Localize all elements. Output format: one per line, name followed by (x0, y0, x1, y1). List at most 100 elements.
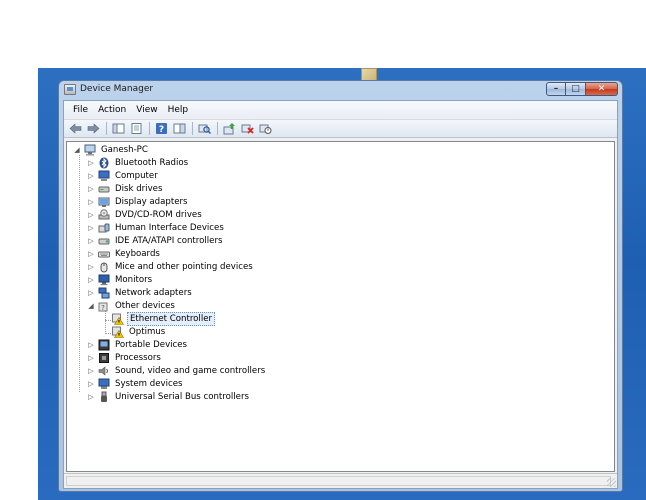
svg-text:?: ? (101, 304, 105, 312)
update-driver-button[interactable] (222, 122, 237, 136)
expand-icon[interactable]: ▷ (87, 158, 95, 167)
tree-item-processors[interactable]: ▷ Processors (87, 351, 163, 364)
action-pane-button[interactable] (172, 122, 187, 136)
back-button[interactable] (68, 122, 83, 136)
expand-icon[interactable]: ▷ (87, 236, 95, 245)
tree-item-computer[interactable]: ▷ Computer (87, 169, 160, 182)
window-title: Device Manager (80, 84, 154, 94)
back-icon (69, 123, 82, 134)
hid-icon (98, 222, 110, 234)
tree-item-ethernet-controller[interactable]: Ethernet Controller (112, 311, 216, 326)
tree-item-ide-ata-atapi-controllers[interactable]: ▷ IDE ATA/ATAPI controllers (87, 234, 224, 247)
tree-item-bluetooth-radios[interactable]: ▷ Bluetooth Radios (87, 156, 190, 169)
display-adapter-icon (98, 196, 110, 208)
minimize-icon: – (553, 84, 559, 94)
help-icon: ? (156, 123, 167, 135)
tree-item-monitors[interactable]: ▷ Monitors (87, 273, 154, 286)
tree-item-keyboards[interactable]: ▷ Keyboards (87, 247, 162, 260)
tree-item-optimus[interactable]: Optimus (112, 325, 167, 338)
toolbar-separator (106, 122, 107, 135)
tree-item-dvd-cd-rom-drives[interactable]: ▷ DVD/CD-ROM drives (87, 208, 204, 221)
tree-root-label: Ganesh-PC (101, 144, 148, 155)
help-button[interactable]: ? (154, 122, 169, 136)
tree-item-label: Network adapters (115, 287, 192, 298)
expand-icon[interactable]: ▷ (87, 197, 95, 206)
bluetooth-icon (98, 157, 110, 169)
expand-icon[interactable]: ▷ (87, 184, 95, 193)
properties-button[interactable] (129, 122, 144, 136)
action-pane-icon (173, 123, 186, 134)
other-devices-icon: ? (98, 300, 110, 312)
sound-icon (98, 365, 110, 377)
warning-device-icon (112, 313, 124, 325)
disable-button[interactable] (258, 122, 273, 136)
toolbar-separator (192, 122, 193, 135)
tree-item-other-devices[interactable]: ◢ ? Other devices (87, 299, 177, 312)
forward-button[interactable] (86, 122, 101, 136)
forward-icon (87, 123, 100, 134)
device-tree[interactable]: ◢ Ganesh-PC ▷ Bluetooth Radios ▷ Compute… (66, 141, 615, 472)
menu-file[interactable]: File (68, 105, 93, 115)
toolbar: ? (64, 119, 617, 138)
tree-item-network-adapters[interactable]: ▷ Network adapters (87, 286, 194, 299)
expand-icon[interactable]: ▷ (87, 171, 95, 180)
close-button[interactable]: ✕ (586, 82, 618, 96)
tree-item-label: Computer (115, 170, 158, 181)
tree-item-portable-devices[interactable]: ▷ Portable Devices (87, 338, 189, 351)
tree-item-system-devices[interactable]: ▷ System devices (87, 377, 184, 390)
tree-root[interactable]: ◢ Ganesh-PC (73, 143, 150, 156)
tree-item-label: System devices (115, 378, 183, 389)
expand-icon[interactable]: ▷ (87, 392, 95, 401)
expand-icon[interactable]: ▷ (87, 262, 95, 271)
collapse-icon[interactable]: ◢ (73, 145, 81, 154)
tree-item-sound-video-and-game-controllers[interactable]: ▷ Sound, video and game controllers (87, 364, 267, 377)
menu-view[interactable]: View (131, 105, 162, 115)
computer-icon (98, 170, 110, 182)
show-hide-console-tree-button[interactable] (111, 122, 126, 136)
uninstall-button[interactable] (240, 122, 255, 136)
scan-hardware-button[interactable] (197, 122, 212, 136)
maximize-button[interactable]: □ (566, 82, 586, 96)
expand-icon[interactable]: ▷ (87, 353, 95, 362)
expand-icon[interactable]: ▷ (87, 249, 95, 258)
expand-icon[interactable]: ▷ (87, 340, 95, 349)
tree-item-label: Universal Serial Bus controllers (115, 391, 249, 402)
expand-icon[interactable]: ▷ (87, 210, 95, 219)
minimize-button[interactable]: – (546, 82, 566, 96)
monitor-icon (98, 274, 110, 286)
menu-help[interactable]: Help (163, 105, 194, 115)
expand-icon[interactable]: ▷ (87, 288, 95, 297)
tree-item-disk-drives[interactable]: ▷ Disk drives (87, 182, 164, 195)
expand-icon[interactable]: ▷ (87, 379, 95, 388)
caption-buttons: – □ ✕ (546, 82, 618, 96)
mouse-icon (98, 261, 110, 273)
tree-item-universal-serial-bus-controllers[interactable]: ▷ Universal Serial Bus controllers (87, 390, 251, 403)
toolbar-separator (149, 122, 150, 135)
tree-connector (105, 310, 106, 334)
collapse-icon[interactable]: ◢ (87, 301, 95, 310)
tree-item-label: Ethernet Controller (127, 311, 216, 326)
expand-icon[interactable]: ▷ (87, 223, 95, 232)
expand-icon[interactable]: ▷ (87, 366, 95, 375)
tree-connector (105, 320, 111, 321)
tree-item-display-adapters[interactable]: ▷ Display adapters (87, 195, 190, 208)
update-driver-icon (223, 123, 235, 135)
tree-item-label: Sound, video and game controllers (115, 365, 266, 376)
resize-grip[interactable] (607, 478, 616, 487)
tree-item-human-interface-devices[interactable]: ▷ Human Interface Devices (87, 221, 226, 234)
keyboard-icon (98, 248, 110, 260)
tree-item-label: Bluetooth Radios (115, 157, 189, 168)
toolbar-separator (217, 122, 218, 135)
tree-item-label: Processors (115, 352, 161, 363)
tree-item-label: Optimus (129, 326, 166, 337)
close-icon: ✕ (597, 84, 606, 94)
uninstall-icon (241, 124, 254, 134)
tree-item-label: Disk drives (115, 183, 163, 194)
menu-action[interactable]: Action (93, 105, 131, 115)
expand-icon[interactable]: ▷ (87, 275, 95, 284)
warning-device-icon (112, 326, 124, 338)
title-bar[interactable]: Device Manager – □ ✕ (59, 81, 622, 99)
tree-item-label: Monitors (115, 274, 153, 285)
tree-item-mice-and-other-pointing-devices[interactable]: ▷ Mice and other pointing devices (87, 260, 255, 273)
desktop: Device Manager – □ ✕ File Action View He… (38, 68, 646, 500)
